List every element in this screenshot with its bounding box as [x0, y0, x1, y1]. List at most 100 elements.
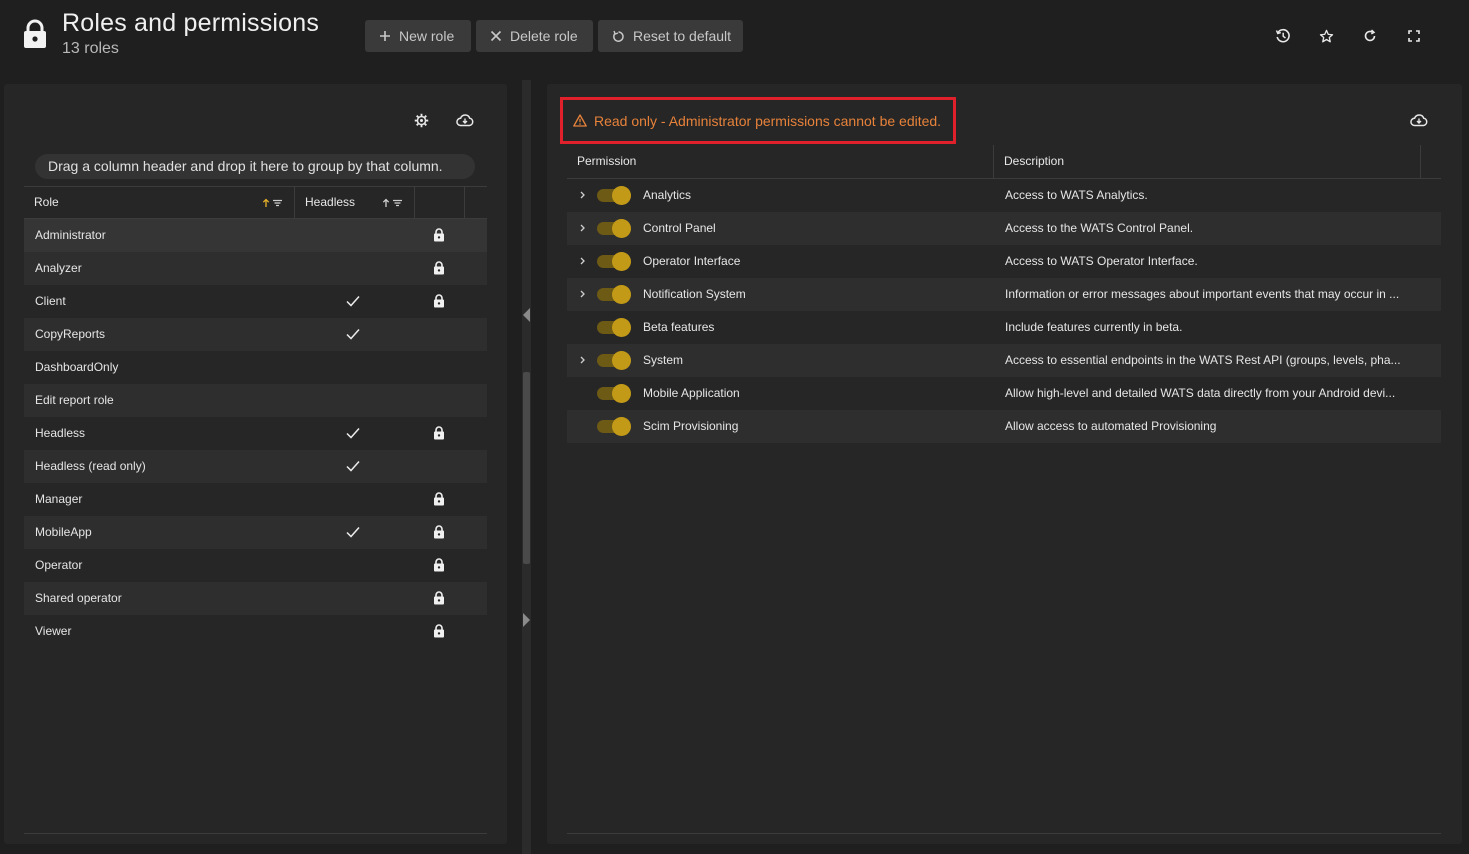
permission-description: Access to WATS Operator Interface.	[1005, 254, 1198, 268]
permission-row[interactable]: Notification System Information or error …	[567, 278, 1441, 311]
permission-toggle[interactable]	[597, 417, 631, 436]
permission-toggle[interactable]	[597, 351, 631, 370]
chevron-right-icon[interactable]	[579, 256, 586, 266]
lock-icon	[434, 525, 444, 539]
table-row[interactable]: Client	[24, 285, 487, 318]
read-only-warning: Read only - Administrator permissions ca…	[560, 97, 956, 144]
permission-description: Include features currently in beta.	[1005, 320, 1183, 334]
permission-toggle[interactable]	[597, 219, 631, 238]
permission-name: Analytics	[643, 188, 692, 202]
checkmark-icon	[346, 527, 360, 538]
divider	[567, 833, 1441, 834]
delete-role-label: Delete role	[510, 28, 578, 44]
permission-toggle[interactable]	[597, 318, 631, 337]
lock-icon	[434, 558, 444, 572]
role-name: Headless (read only)	[35, 459, 146, 473]
refresh-icon[interactable]	[1360, 26, 1380, 46]
panel-splitter[interactable]	[522, 80, 531, 854]
checkmark-icon	[346, 428, 360, 439]
permission-description: Access to the WATS Control Panel.	[1005, 221, 1194, 235]
permission-name: Control Panel	[643, 221, 716, 235]
roles-grid-header: Role Headless	[24, 186, 487, 219]
role-name: Viewer	[35, 624, 72, 638]
warning-icon	[573, 114, 587, 127]
role-name: DashboardOnly	[35, 360, 119, 374]
permission-row[interactable]: Operator Interface Access to WATS Operato…	[567, 245, 1441, 278]
permission-row[interactable]: Beta features Include features currently …	[567, 311, 1441, 344]
role-name: Analyzer	[35, 261, 82, 275]
chevron-right-icon[interactable]	[579, 355, 586, 365]
description-column-label: Description	[1004, 154, 1065, 168]
lock-icon	[434, 294, 444, 308]
permission-column-header[interactable]: Permission	[567, 145, 993, 178]
sort-icon[interactable]	[382, 198, 404, 208]
role-count: 13 roles	[62, 40, 119, 57]
description-column-header[interactable]: Description	[994, 145, 1420, 178]
permission-row[interactable]: Scim Provisioning Allow access to automat…	[567, 410, 1441, 443]
new-role-label: New role	[399, 28, 455, 44]
table-row[interactable]: Analyzer	[24, 252, 487, 285]
history-icon[interactable]	[1273, 26, 1293, 46]
role-column-header[interactable]: Role	[24, 187, 294, 218]
table-row[interactable]: Viewer	[24, 615, 487, 648]
role-name: Operator	[35, 558, 83, 572]
reset-default-label: Reset to default	[633, 28, 732, 44]
chevron-right-icon[interactable]	[579, 190, 586, 200]
role-name: Shared operator	[35, 591, 122, 605]
chevron-right-icon[interactable]	[579, 223, 586, 233]
permission-row[interactable]: Analytics Access to WATS Analytics.	[567, 179, 1441, 212]
table-row[interactable]: DashboardOnly	[24, 351, 487, 384]
permission-toggle[interactable]	[597, 252, 631, 271]
lock-icon	[434, 426, 444, 440]
lock-icon	[434, 228, 444, 242]
page-title: Roles and permissions	[62, 9, 320, 37]
table-row[interactable]: Headless (read only)	[24, 450, 487, 483]
table-row[interactable]: CopyReports	[24, 318, 487, 351]
permission-row[interactable]: Mobile Application Allow high-level and d…	[567, 377, 1441, 410]
checkmark-icon	[346, 329, 360, 340]
gear-icon[interactable]	[411, 110, 431, 130]
star-icon[interactable]	[1316, 26, 1336, 46]
chevron-right-icon[interactable]	[579, 289, 586, 299]
collapse-left-icon[interactable]	[522, 308, 531, 322]
cloud-download-icon[interactable]	[455, 110, 475, 130]
table-row[interactable]: Manager	[24, 483, 487, 516]
new-role-button[interactable]: New role	[365, 20, 471, 52]
table-row[interactable]: Edit report role	[24, 384, 487, 417]
permission-description: Information or error messages about impo…	[1005, 287, 1400, 301]
sort-ascending-icon[interactable]	[262, 198, 284, 208]
lock-icon	[434, 492, 444, 506]
table-row[interactable]: Operator	[24, 549, 487, 582]
table-row[interactable]: MobileApp	[24, 516, 487, 549]
role-name: Administrator	[35, 228, 106, 242]
table-row[interactable]: Administrator	[24, 219, 487, 252]
reset-default-button[interactable]: Reset to default	[598, 20, 743, 52]
cloud-download-icon[interactable]	[1409, 110, 1429, 130]
permission-description: Allow high-level and detailed WATS data …	[1005, 386, 1396, 400]
permission-name: Notification System	[643, 287, 746, 301]
role-name: Headless	[35, 426, 86, 440]
role-name: CopyReports	[35, 327, 106, 341]
splitter-handle[interactable]	[523, 372, 530, 564]
role-name: Edit report role	[35, 393, 114, 407]
delete-role-button[interactable]: Delete role	[476, 20, 593, 52]
expand-right-icon[interactable]	[522, 613, 531, 627]
checkmark-icon	[346, 296, 360, 307]
headless-column-label: Headless	[305, 195, 356, 209]
permission-toggle[interactable]	[597, 285, 631, 304]
permission-description: Access to essential endpoints in the WAT…	[1005, 353, 1401, 367]
group-by-drop-area[interactable]: Drag a column header and drop it here to…	[35, 154, 475, 179]
permission-row[interactable]: System Access to essential endpoints in t…	[567, 344, 1441, 377]
table-row[interactable]: Shared operator	[24, 582, 487, 615]
lock-icon	[434, 261, 444, 275]
plus-icon	[380, 31, 390, 41]
role-name: MobileApp	[35, 525, 92, 539]
table-row[interactable]: Headless	[24, 417, 487, 450]
checkmark-icon	[346, 461, 360, 472]
permission-row[interactable]: Control Panel Access to the WATS Control …	[567, 212, 1441, 245]
permissions-grid-header: Permission Description	[567, 145, 1441, 179]
fullscreen-icon[interactable]	[1404, 26, 1424, 46]
permission-toggle[interactable]	[597, 186, 631, 205]
permission-toggle[interactable]	[597, 384, 631, 403]
permission-name: Mobile Application	[643, 386, 740, 400]
